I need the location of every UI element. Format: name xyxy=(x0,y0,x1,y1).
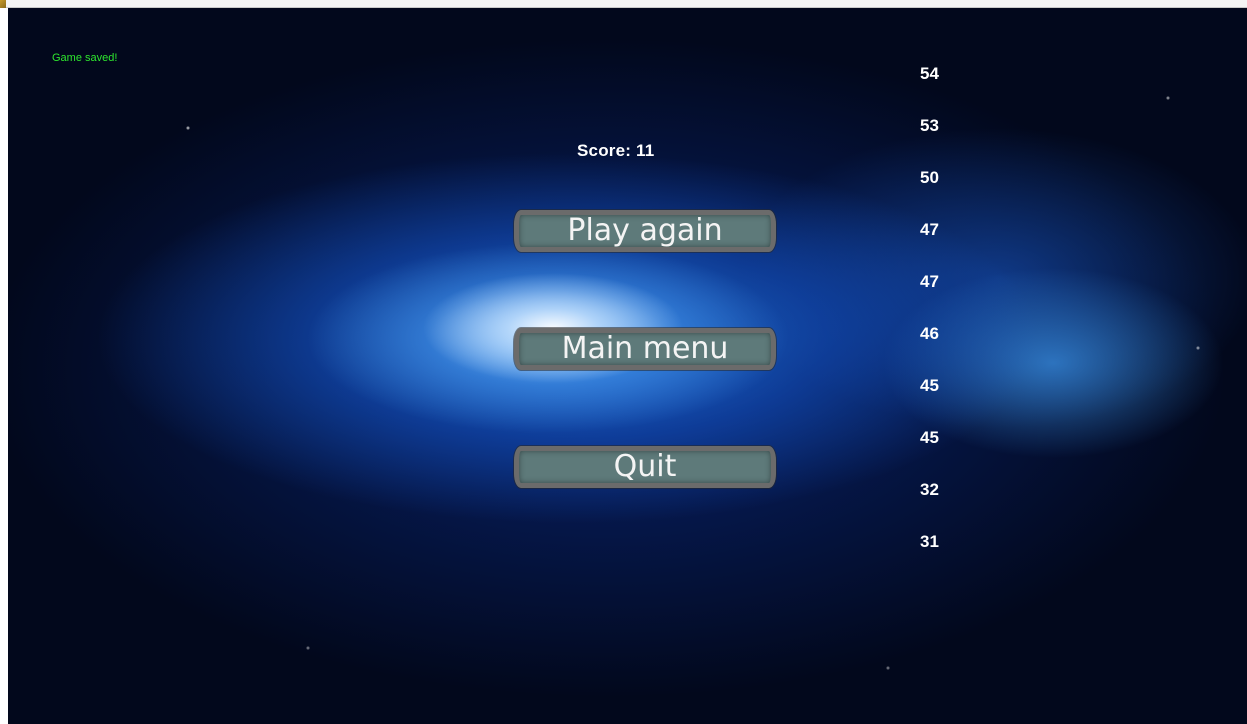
high-score-list: 54 53 50 47 47 46 45 45 32 31 xyxy=(920,64,939,584)
main-menu-button[interactable]: Main menu xyxy=(514,328,776,370)
game-viewport: Game saved! Score: 11 Play again Main me… xyxy=(8,8,1247,724)
window-top-strip xyxy=(0,0,1247,8)
game-window: Game saved! Score: 11 Play again Main me… xyxy=(0,0,1247,724)
high-score-entry: 45 xyxy=(920,428,939,447)
corner-mark xyxy=(0,0,6,8)
high-score-entry: 54 xyxy=(920,64,939,83)
quit-button[interactable]: Quit xyxy=(514,446,776,488)
play-again-button[interactable]: Play again xyxy=(514,210,776,252)
high-score-entry: 50 xyxy=(920,168,939,187)
high-score-entry: 53 xyxy=(920,116,939,135)
high-score-entry: 32 xyxy=(920,480,939,499)
high-score-entry: 47 xyxy=(920,220,939,239)
high-score-entry: 47 xyxy=(920,272,939,291)
high-score-entry: 31 xyxy=(920,532,939,551)
high-score-entry: 45 xyxy=(920,376,939,395)
save-status-text: Game saved! xyxy=(52,52,118,64)
high-score-entry: 46 xyxy=(920,324,939,343)
score-label: Score: 11 xyxy=(577,141,655,160)
